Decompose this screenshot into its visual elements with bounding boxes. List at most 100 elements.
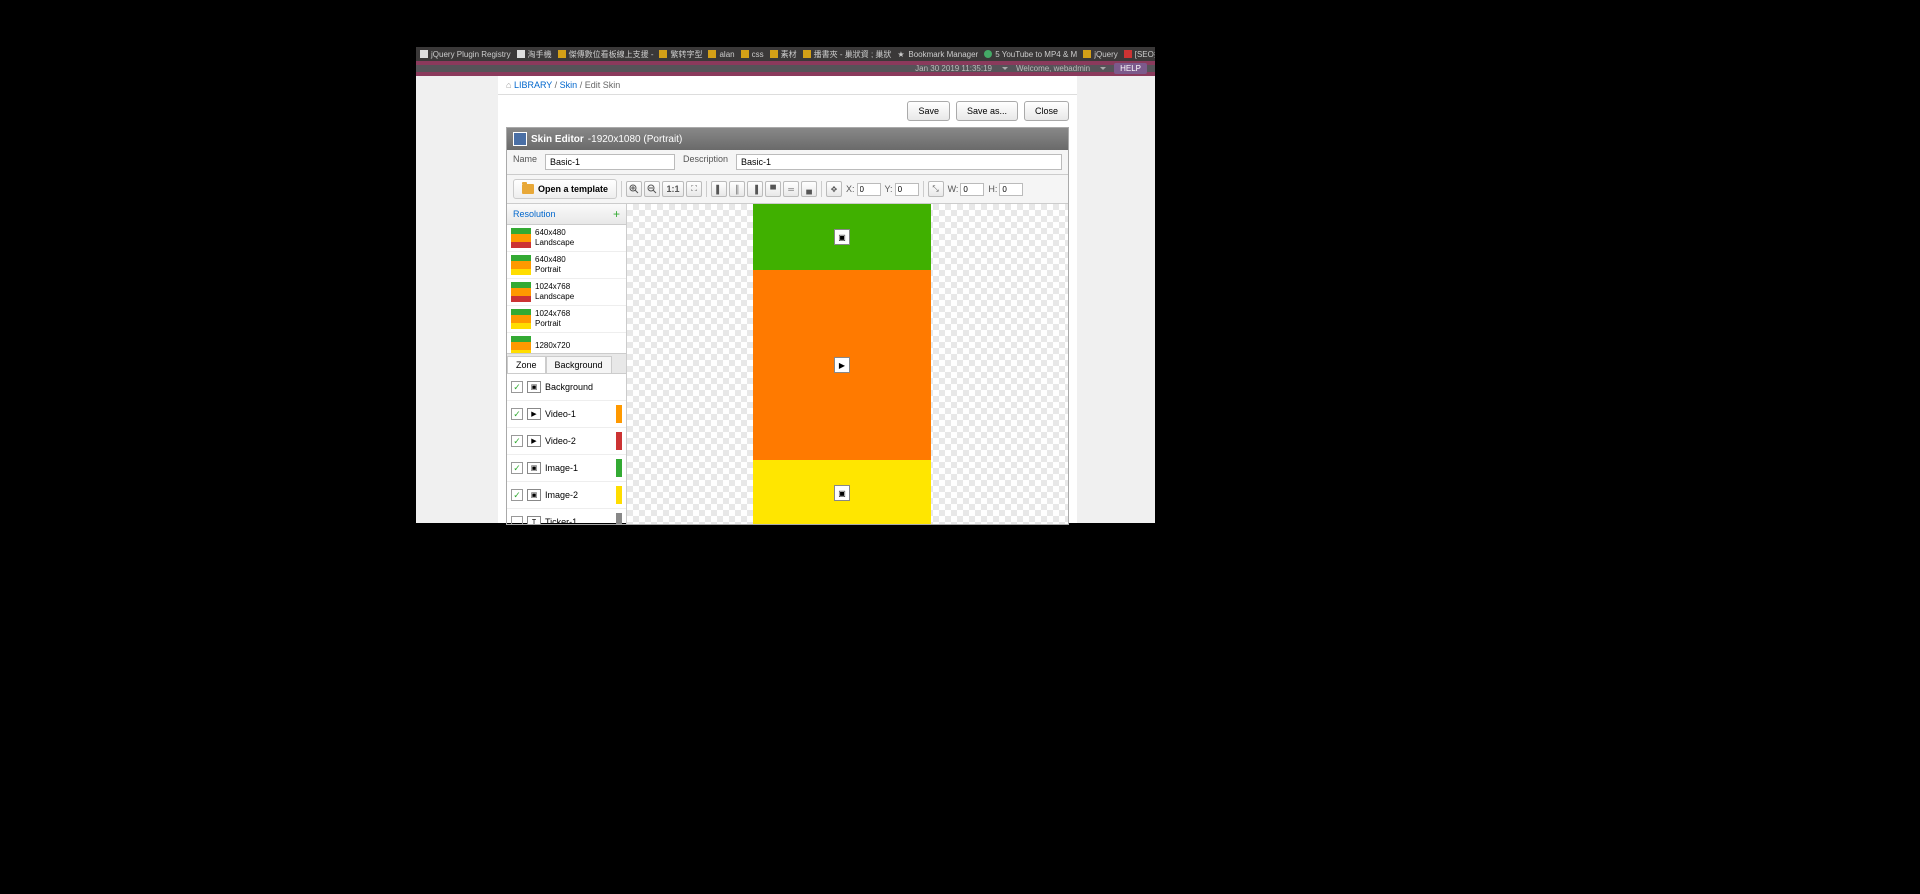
- resolution-item[interactable]: 1024x768Landscape: [507, 279, 626, 306]
- skin-preview[interactable]: ▣ ▶ ▣: [753, 204, 931, 524]
- bookmark-label: alan: [719, 50, 734, 59]
- left-panel: Resolution + 640x480Landscape640x480Port…: [507, 204, 626, 524]
- skin-zone[interactable]: ▣: [753, 460, 931, 524]
- zone-color-swatch: [616, 432, 622, 450]
- bookmark-item[interactable]: [SEO技巧]移除網頁具如何: [1124, 49, 1155, 60]
- bookmark-label: jQuery Plugin Registry: [431, 50, 511, 59]
- name-input[interactable]: [545, 154, 675, 170]
- zone-type-icon: ▣: [527, 381, 541, 393]
- description-label: Description: [683, 154, 728, 170]
- position-icon[interactable]: ✥: [826, 181, 842, 197]
- resolution-info: 1280x720: [535, 341, 570, 351]
- action-buttons: Save Save as... Close: [498, 95, 1077, 127]
- bookmark-item[interactable]: alan: [708, 50, 734, 59]
- y-label: Y:: [885, 184, 893, 194]
- zone-checkbox[interactable]: ✓: [511, 408, 523, 420]
- h-input[interactable]: [999, 183, 1023, 196]
- bookmark-icon: [708, 50, 716, 58]
- zone-color-swatch: [616, 486, 622, 504]
- zoom-out-icon[interactable]: [644, 181, 660, 197]
- description-input[interactable]: [736, 154, 1062, 170]
- zoom-in-icon[interactable]: [626, 181, 642, 197]
- bookmark-label: Bookmark Manager: [908, 50, 978, 59]
- x-label: X:: [846, 184, 855, 194]
- tab-background[interactable]: Background: [546, 356, 612, 373]
- zone-item[interactable]: ✓▶Video-2: [507, 428, 626, 455]
- bookmark-item[interactable]: 傑傳數位看板線上支援 -: [558, 49, 654, 60]
- zone-item[interactable]: ✓ ▶ Video-1: [507, 401, 626, 428]
- zone-name: Video-1: [545, 409, 576, 419]
- size-icon[interactable]: ⤡: [928, 181, 944, 197]
- zone-item[interactable]: ✓TTicker-1: [507, 509, 626, 524]
- bookmark-icon: [1083, 50, 1091, 58]
- bookmark-item[interactable]: 淘手機: [517, 49, 552, 60]
- align-bottom-icon[interactable]: ▄: [801, 181, 817, 197]
- zone-name: Video-2: [545, 436, 576, 446]
- resolution-item[interactable]: 640x480Portrait: [507, 252, 626, 279]
- bookmark-icon: ★: [897, 50, 905, 58]
- editor-subtitle: -1920x1080 (Portrait): [588, 134, 683, 145]
- zone-center-icon: ▶: [834, 357, 850, 373]
- zone-color-swatch: [616, 405, 622, 423]
- zone-checkbox[interactable]: ✓: [511, 516, 523, 524]
- zone-name: Image-1: [545, 463, 578, 473]
- zone-item[interactable]: ✓▣Image-1: [507, 455, 626, 482]
- zone-name: Image-2: [545, 490, 578, 500]
- fit-screen-icon[interactable]: ⛶: [686, 181, 702, 197]
- skin-zone[interactable]: ▶: [753, 270, 931, 460]
- bookmark-item[interactable]: 播書夾 - 巢狀資 ; 巢狀: [803, 49, 892, 60]
- align-middle-icon[interactable]: ═: [783, 181, 799, 197]
- resolution-info: 1024x768Landscape: [535, 282, 574, 301]
- bookmark-item[interactable]: 繁转字型: [659, 49, 702, 60]
- zone-checkbox[interactable]: ✓: [511, 381, 523, 393]
- skin-zone[interactable]: ▣: [753, 204, 931, 270]
- w-input[interactable]: [960, 183, 984, 196]
- zoom-100-button[interactable]: 1:1: [662, 181, 684, 197]
- bookmark-item[interactable]: 素材: [770, 49, 797, 60]
- align-center-icon[interactable]: ║: [729, 181, 745, 197]
- zone-name: Ticker-1: [545, 517, 577, 524]
- align-right-icon[interactable]: ▐: [747, 181, 763, 197]
- zone-type-icon: ▶: [527, 408, 541, 420]
- zone-checkbox[interactable]: ✓: [511, 489, 523, 501]
- resolution-item[interactable]: 1280x720: [507, 333, 626, 354]
- home-icon[interactable]: ⌂: [506, 80, 511, 90]
- zone-color-swatch: [616, 513, 622, 524]
- zone-color-swatch: [616, 459, 622, 477]
- breadcrumb-skin[interactable]: Skin: [560, 80, 578, 90]
- zone-item[interactable]: ✓▣Background: [507, 374, 626, 401]
- align-left-icon[interactable]: ▌: [711, 181, 727, 197]
- resolution-item[interactable]: 640x480Landscape: [507, 225, 626, 252]
- bookmark-label: 傑傳數位看板線上支援 -: [569, 49, 654, 60]
- close-button[interactable]: Close: [1024, 101, 1069, 121]
- breadcrumb-library[interactable]: LIBRARY: [514, 80, 552, 90]
- bookmark-icon: [770, 50, 778, 58]
- breadcrumb: ⌂ LIBRARY / Skin / Edit Skin: [498, 76, 1077, 95]
- x-input[interactable]: [857, 183, 881, 196]
- zone-item[interactable]: ✓ ▣ Image-2: [507, 482, 626, 509]
- resolution-item[interactable]: 1024x768Portrait: [507, 306, 626, 333]
- add-resolution-button[interactable]: +: [613, 207, 620, 221]
- save-button[interactable]: Save: [907, 101, 950, 121]
- caret-icon[interactable]: [1002, 67, 1008, 70]
- bookmark-icon: [517, 50, 525, 58]
- bookmark-item[interactable]: jQuery: [1083, 50, 1118, 59]
- name-desc-row: Name Description: [507, 150, 1068, 175]
- zone-checkbox[interactable]: ✓: [511, 435, 523, 447]
- help-button[interactable]: HELP: [1114, 63, 1147, 74]
- bookmark-item[interactable]: css: [741, 50, 764, 59]
- zone-checkbox[interactable]: ✓: [511, 462, 523, 474]
- zone-center-icon: ▣: [834, 229, 850, 245]
- caret-icon[interactable]: [1100, 67, 1106, 70]
- saveas-button[interactable]: Save as...: [956, 101, 1018, 121]
- align-top-icon[interactable]: ▀: [765, 181, 781, 197]
- bookmark-item[interactable]: 5 YouTube to MP4 & M: [984, 50, 1077, 59]
- bookmark-item[interactable]: jQuery Plugin Registry: [420, 50, 511, 59]
- tab-zone[interactable]: Zone: [507, 356, 546, 373]
- resolution-list[interactable]: 640x480Landscape640x480Portrait 1024x768L…: [507, 225, 626, 354]
- open-template-button[interactable]: Open a template: [513, 179, 617, 199]
- canvas-area[interactable]: ▣ ▶ ▣: [626, 204, 1068, 524]
- zone-type-icon: ▣: [527, 489, 541, 501]
- y-input[interactable]: [895, 183, 919, 196]
- bookmark-item[interactable]: ★Bookmark Manager: [897, 50, 978, 59]
